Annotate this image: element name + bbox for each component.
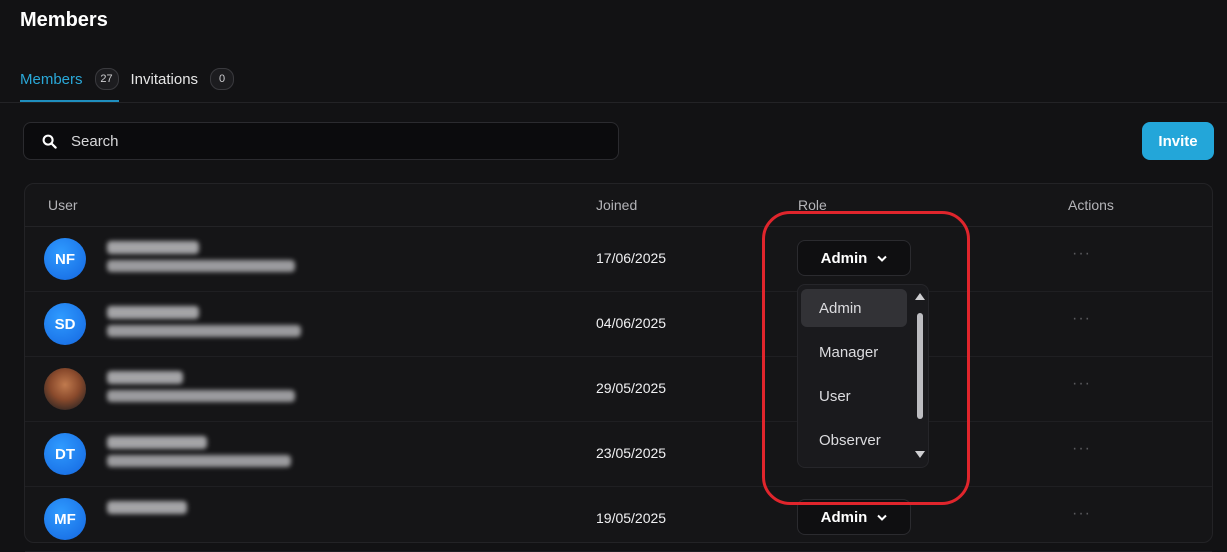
joined-date: 23/05/2025 [596, 445, 667, 461]
column-header-joined: Joined [596, 197, 638, 213]
invite-button[interactable]: Invite [1142, 122, 1214, 160]
search-box [23, 122, 619, 160]
role-option-admin[interactable]: Admin [801, 289, 907, 327]
redacted-email [107, 325, 301, 337]
role-select-value: Admin [820, 508, 868, 526]
table-row: DT 23/05/2025 ··· [25, 422, 1212, 487]
scroll-up-arrow-icon[interactable] [915, 293, 925, 300]
row-actions-button[interactable]: ··· [1072, 505, 1091, 523]
members-count-badge: 27 [94, 68, 119, 90]
page-title: Members [20, 9, 108, 31]
joined-date: 29/05/2025 [596, 380, 667, 396]
scrollbar-thumb[interactable] [917, 313, 923, 419]
role-select-value: Admin [820, 249, 868, 267]
row-actions-button[interactable]: ··· [1072, 245, 1091, 263]
tab-members[interactable]: Members 27 [20, 68, 119, 102]
members-table: User Joined Role Actions NF 17/06/2025 ·… [24, 183, 1213, 552]
tab-divider [0, 102, 1227, 103]
joined-date: 19/05/2025 [596, 510, 667, 526]
column-header-user: User [48, 197, 78, 213]
column-header-actions: Actions [1068, 197, 1114, 213]
redacted-email [107, 455, 291, 467]
column-header-role: Role [798, 197, 827, 213]
tab-bar: Members 27 Invitations 0 [20, 68, 246, 104]
avatar [44, 368, 86, 410]
redacted-email [107, 260, 295, 272]
table-row: 29/05/2025 ··· [25, 357, 1212, 422]
role-option-user[interactable]: User [801, 377, 907, 415]
table-row: NF 17/06/2025 ··· [25, 227, 1212, 292]
role-option-manager[interactable]: Manager [801, 333, 907, 371]
role-dropdown-menu: Admin Manager User Observer [797, 284, 929, 468]
table-row: SD 04/06/2025 ··· [25, 292, 1212, 357]
avatar: DT [44, 433, 86, 475]
row-actions-button[interactable]: ··· [1072, 375, 1091, 393]
invitations-count-badge: 0 [210, 68, 235, 90]
joined-date: 17/06/2025 [596, 250, 667, 266]
tab-invitations[interactable]: Invitations 0 [131, 68, 235, 102]
chevron-down-icon [877, 514, 888, 521]
role-select[interactable]: Admin [797, 240, 911, 276]
scroll-down-arrow-icon[interactable] [915, 451, 925, 458]
dropdown-scrollbar[interactable] [913, 289, 927, 463]
search-icon [42, 134, 57, 149]
redacted-name [107, 241, 199, 254]
joined-date: 04/06/2025 [596, 315, 667, 331]
avatar: SD [44, 303, 86, 345]
row-actions-button[interactable]: ··· [1072, 440, 1091, 458]
search-input[interactable] [69, 131, 553, 151]
table-row: MF 19/05/2025 ··· [25, 487, 1212, 552]
redacted-name [107, 306, 199, 319]
avatar: MF [44, 498, 86, 540]
redacted-name [107, 501, 187, 514]
redacted-name [107, 436, 207, 449]
chevron-down-icon [877, 255, 888, 262]
redacted-email [107, 390, 295, 402]
avatar: NF [44, 238, 86, 280]
tab-members-label: Members [20, 70, 83, 88]
role-option-observer[interactable]: Observer [801, 421, 907, 459]
tab-invitations-label: Invitations [130, 70, 199, 88]
row-actions-button[interactable]: ··· [1072, 310, 1091, 328]
role-select[interactable]: Admin [797, 499, 911, 535]
redacted-name [107, 371, 183, 384]
